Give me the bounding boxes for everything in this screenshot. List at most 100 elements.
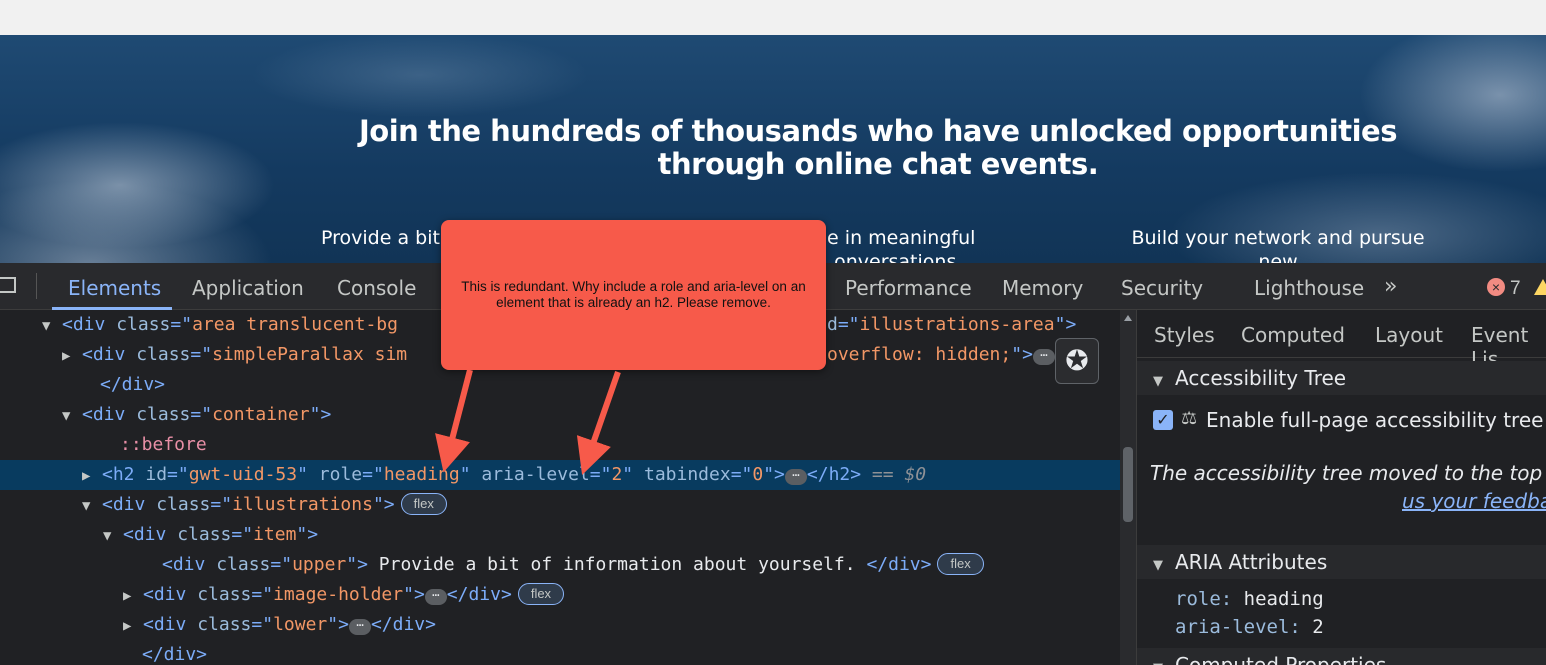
code-token: gwt-uid-53 bbox=[188, 464, 298, 485]
collapse-triangle-icon[interactable]: ▼ bbox=[82, 491, 102, 521]
expand-triangle-icon[interactable]: ▶ bbox=[62, 341, 82, 371]
tab-console[interactable]: Console bbox=[337, 276, 416, 300]
error-count: 7 bbox=[1510, 278, 1521, 299]
triangle-down-icon: ▼ bbox=[1153, 558, 1163, 573]
code-token: <div bbox=[82, 404, 137, 425]
dom-node-line[interactable]: ::before bbox=[120, 430, 207, 460]
computed-properties-section-header[interactable]: ▼ Computed Properties bbox=[1137, 648, 1546, 665]
code-token: simpleParallax sim bbox=[212, 344, 408, 365]
aria-attr-level: aria-level: 2 bbox=[1175, 616, 1324, 638]
code-token: aria-level bbox=[481, 464, 590, 485]
feedback-link[interactable]: us your feedback bbox=[1402, 489, 1546, 513]
hero-title: Join the hundreds of thousands who have … bbox=[359, 114, 1397, 181]
tab-elements[interactable]: Elements bbox=[68, 276, 161, 300]
flex-badge[interactable]: flex bbox=[400, 493, 447, 515]
ellipsis-expand-button[interactable]: ⋯ bbox=[1032, 349, 1055, 365]
accessibility-person-icon[interactable]: ✪ bbox=[1055, 338, 1099, 384]
code-token: class bbox=[156, 494, 211, 515]
hero-column-2-text-line2: onversations bbox=[834, 251, 957, 263]
flex-badge[interactable]: flex bbox=[937, 553, 984, 575]
tab-lighthouse[interactable]: Lighthouse bbox=[1254, 276, 1364, 300]
code-token: class bbox=[216, 554, 271, 575]
dom-node-line[interactable]: ▶ <div class="lower"> ⋯ </div> bbox=[123, 610, 436, 640]
collapse-triangle-icon[interactable]: ▼ bbox=[103, 521, 123, 551]
tab-computed[interactable]: Computed bbox=[1241, 323, 1345, 347]
tab-layout[interactable]: Layout bbox=[1375, 323, 1443, 347]
code-token: "> bbox=[1054, 314, 1077, 335]
browser-top-strip bbox=[0, 0, 1546, 35]
code-token: class bbox=[197, 614, 252, 635]
annotation-callout: This is redundant. Why include a role an… bbox=[441, 220, 826, 370]
dom-node-line[interactable]: ▶ <div class="image-holder"> ⋯ </div> flex bbox=[123, 580, 565, 611]
scroll-up-arrow-icon[interactable] bbox=[1124, 315, 1132, 321]
aria-attr-role: role: heading bbox=[1175, 588, 1324, 610]
dom-node-line[interactable]: d="illustrations-area"> bbox=[827, 310, 1076, 340]
code-token: upper bbox=[292, 554, 347, 575]
dom-node-line[interactable]: ▶ <div class="simpleParallax sim bbox=[62, 340, 407, 370]
code-token: <div bbox=[102, 494, 157, 515]
ellipsis-expand-button[interactable]: ⋯ bbox=[784, 469, 807, 485]
aria-attr-value: heading bbox=[1243, 588, 1324, 610]
code-token: =" bbox=[589, 464, 612, 485]
aria-attr-value: 2 bbox=[1312, 616, 1324, 638]
error-counter[interactable]: × 7 bbox=[1487, 278, 1521, 300]
dom-node-line[interactable]: overflow: hidden;"> ⋯ bbox=[827, 340, 1055, 370]
code-token: <div bbox=[82, 344, 137, 365]
code-token: Provide a bit of information about yours… bbox=[367, 554, 867, 575]
code-token: illustrations-area bbox=[859, 314, 1055, 335]
expand-triangle-icon[interactable]: ▶ bbox=[82, 461, 102, 491]
accessibility-tree-header: Accessibility Tree bbox=[1175, 366, 1347, 390]
ellipsis-expand-button[interactable]: ⋯ bbox=[424, 589, 447, 605]
tab-styles[interactable]: Styles bbox=[1154, 323, 1215, 347]
tab-memory[interactable]: Memory bbox=[1002, 276, 1083, 300]
dom-node-line[interactable]: ▼ <div class="item"> bbox=[103, 520, 318, 550]
dom-node-line[interactable]: ▶ <h2 id="gwt-uid-53" role="heading" aria… bbox=[82, 460, 926, 490]
accessibility-tree-section-header[interactable]: ▼ Accessibility Tree bbox=[1137, 361, 1546, 395]
dom-node-line[interactable]: </div> bbox=[100, 370, 165, 400]
dom-node-line[interactable]: ▼ <div class="illustrations"> flex bbox=[82, 490, 447, 520]
code-token: "> bbox=[327, 614, 349, 635]
expand-triangle-icon[interactable]: ▶ bbox=[123, 611, 143, 641]
code-token: </h2> bbox=[806, 464, 862, 485]
dom-node-line[interactable]: </div> bbox=[142, 640, 207, 665]
elements-scrollbar[interactable] bbox=[1120, 310, 1136, 665]
collapse-triangle-icon[interactable]: ▼ bbox=[62, 401, 82, 431]
tab-application[interactable]: Application bbox=[192, 276, 304, 300]
dom-node-line[interactable]: <div class="upper"> Provide a bit of inf… bbox=[162, 550, 984, 580]
code-token: <div bbox=[143, 584, 198, 605]
chevron-double-right-icon[interactable]: » bbox=[1384, 274, 1397, 299]
code-token: =" bbox=[190, 344, 213, 365]
triangle-down-icon: ▼ bbox=[1153, 652, 1169, 665]
warning-triangle-icon[interactable] bbox=[1534, 279, 1546, 295]
collapse-triangle-icon[interactable]: ▼ bbox=[42, 311, 62, 341]
code-token: tabindex bbox=[643, 464, 731, 485]
code-token: "> bbox=[309, 404, 332, 425]
tab-security[interactable]: Security bbox=[1121, 276, 1203, 300]
flex-badge[interactable]: flex bbox=[517, 583, 565, 605]
aria-section-header[interactable]: ▼ ARIA Attributes bbox=[1137, 545, 1546, 579]
code-token: 2 bbox=[611, 464, 623, 485]
code-token: item bbox=[253, 524, 297, 545]
dom-node-line[interactable]: ▼ <div class="container"> bbox=[62, 400, 331, 430]
code-token: <div bbox=[143, 614, 198, 635]
side-panel: Styles Computed Layout Event Lis ▼ Access… bbox=[1136, 310, 1546, 665]
enable-tree-checkbox[interactable]: ✓ bbox=[1153, 410, 1173, 430]
code-token: =" bbox=[837, 314, 860, 335]
code-token: class bbox=[136, 344, 191, 365]
dom-node-line[interactable]: ▼ <div class="area translucent-bg bbox=[42, 310, 398, 340]
ellipsis-expand-button[interactable]: ⋯ bbox=[348, 619, 371, 635]
code-token: class bbox=[197, 584, 252, 605]
enable-tree-label: Enable full-page accessibility tree bbox=[1206, 408, 1544, 432]
code-token: =" bbox=[210, 494, 233, 515]
tab-performance[interactable]: Performance bbox=[845, 276, 972, 300]
hero-column-3-text: Build your network and pursue new bbox=[1131, 227, 1425, 263]
code-token: id bbox=[145, 464, 168, 485]
aria-attributes-header: ARIA Attributes bbox=[1175, 550, 1328, 574]
hero-column-3: Build your network and pursue newopportu… bbox=[1110, 226, 1446, 263]
device-toolbar-icon[interactable] bbox=[0, 277, 16, 293]
code-token: 0 bbox=[752, 464, 764, 485]
expand-triangle-icon[interactable]: ▶ bbox=[123, 581, 143, 611]
scrollbar-thumb[interactable] bbox=[1123, 447, 1133, 522]
code-token: "> bbox=[1011, 344, 1033, 365]
flask-icon: ⚖ bbox=[1181, 408, 1198, 429]
